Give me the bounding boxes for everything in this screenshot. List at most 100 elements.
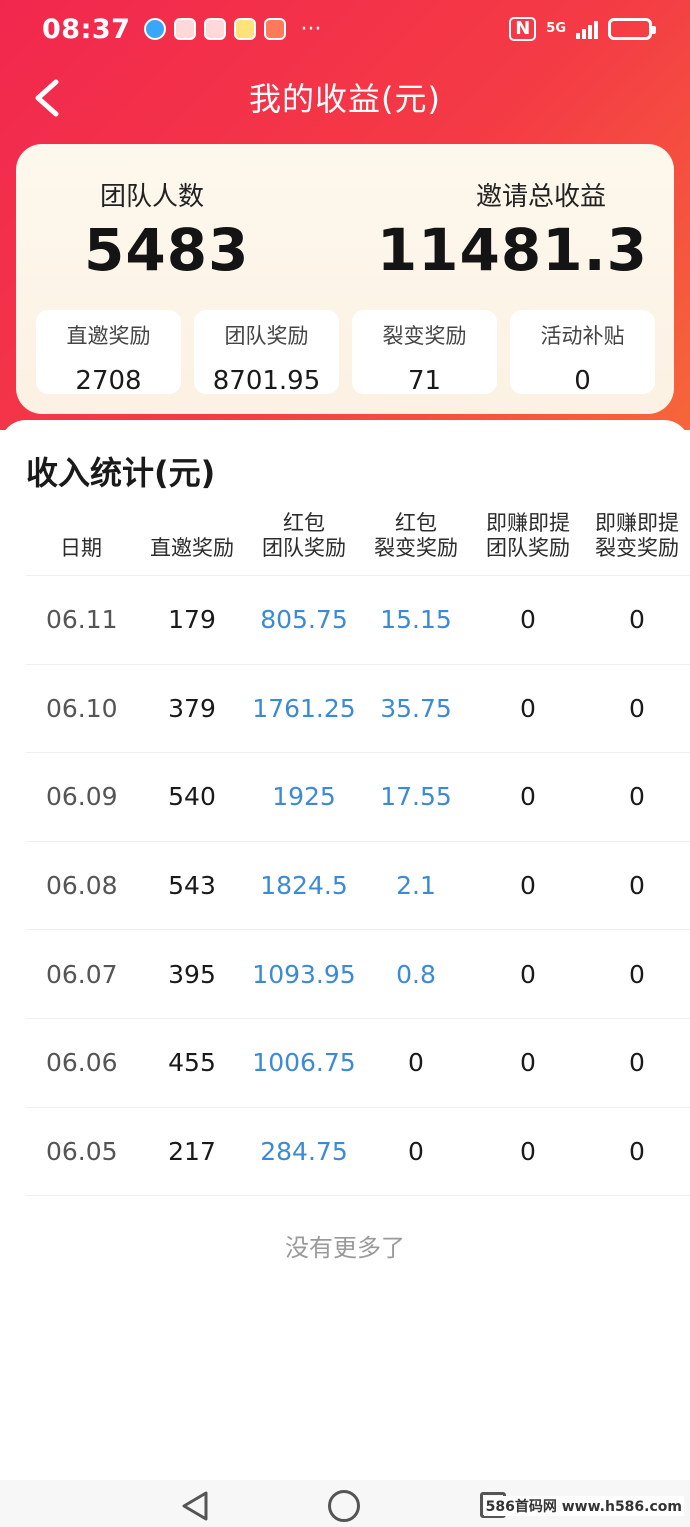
subcard-team-reward[interactable]: 团队奖励 8701.95 (194, 310, 339, 396)
cell-redpacket-fission: 0.8 (396, 959, 436, 989)
column-header-date: 日期 (26, 510, 136, 575)
cell-direct: 395 (168, 959, 216, 989)
cell-redpacket-fission: 0 (408, 1048, 424, 1078)
header-line2: 裂变奖励 (374, 536, 458, 560)
status-app-icons: ··· (144, 17, 321, 42)
nfc-icon: N (509, 17, 537, 41)
column-header-direct: 直邀奖励 (136, 510, 248, 575)
signal-icon (576, 19, 598, 39)
cell-instant-team: 0 (520, 1136, 536, 1166)
header-line2: 团队奖励 (486, 536, 570, 560)
cell-date: 06.11 (46, 605, 118, 635)
cell-instant-team: 0 (520, 605, 536, 635)
subcard-value: 8701.95 (212, 366, 321, 396)
cell-instant-fission: 0 (629, 1136, 645, 1166)
invite-total-label: 邀请总收益 (475, 182, 606, 212)
cell-instant-fission: 0 (629, 959, 645, 989)
table-row: 06.11 179 805.75 15.15 0 0 (26, 576, 690, 665)
cell-instant-fission: 0 (629, 605, 645, 635)
watermark: 586首码网 www.h586.com (483, 1496, 684, 1516)
cell-direct: 179 (168, 605, 216, 635)
column-header-instant-fission: 即赚即提 裂变奖励 (584, 510, 690, 575)
cell-redpacket-team: 1925 (272, 782, 336, 812)
cell-direct: 455 (168, 1048, 216, 1078)
table-row: 06.06 455 1006.75 0 0 0 (26, 1019, 690, 1108)
column-header-redpacket-fission: 红包 裂变奖励 (360, 510, 472, 575)
subcard-direct-invite[interactable]: 直邀奖励 2708 (36, 310, 181, 396)
cell-instant-team: 0 (520, 871, 536, 901)
income-stats-title: 收入统计(元) (26, 454, 216, 492)
app-notification-icon (144, 18, 167, 40)
more-notifications-icon: ··· (300, 16, 322, 42)
header-text: 日期 (60, 536, 102, 560)
cell-direct: 379 (168, 693, 216, 723)
header-line2: 裂变奖励 (595, 536, 679, 560)
cell-instant-team: 0 (520, 693, 536, 723)
cell-instant-fission: 0 (629, 871, 645, 901)
cell-redpacket-team: 1761.25 (252, 693, 356, 723)
subcard-label: 裂变奖励 (382, 324, 467, 348)
cell-date: 06.05 (46, 1136, 118, 1166)
header-line1: 红包 (395, 511, 437, 535)
cell-instant-team: 0 (520, 1048, 536, 1078)
subcard-label: 团队奖励 (224, 324, 309, 348)
column-header-redpacket-team: 红包 团队奖励 (248, 510, 360, 575)
team-count-value: 5483 (84, 216, 250, 284)
cell-redpacket-team: 805.75 (260, 605, 348, 635)
system-nav-bar: 586首码网 www.h586.com (0, 1480, 690, 1527)
weather-icon (234, 18, 257, 40)
cell-redpacket-fission: 0 (408, 1136, 424, 1166)
cell-redpacket-fission: 2.1 (396, 871, 436, 901)
page-title: 我的收益(元) (249, 80, 441, 118)
cell-instant-team: 0 (520, 782, 536, 812)
subcard-value: 71 (407, 366, 442, 396)
cell-date: 06.09 (46, 782, 118, 812)
reward-breakdown: 直邀奖励 2708 团队奖励 8701.95 裂变奖励 71 活动补贴 0 (36, 310, 656, 396)
cell-redpacket-fission: 35.75 (380, 693, 452, 723)
cell-redpacket-team: 284.75 (260, 1136, 348, 1166)
cell-instant-fission: 0 (629, 782, 645, 812)
subcard-fission-reward[interactable]: 裂变奖励 71 (352, 310, 497, 396)
network-type: 5G (546, 21, 566, 36)
team-count-label: 团队人数 (100, 182, 205, 212)
invite-total-value: 11481.3 (376, 216, 648, 284)
cell-direct: 540 (168, 782, 216, 812)
header-line2: 团队奖励 (262, 536, 346, 560)
header-line1: 即赚即提 (595, 511, 679, 535)
nav-home-icon[interactable] (328, 1490, 360, 1522)
cell-redpacket-team: 1824.5 (260, 871, 348, 901)
nav-back-icon[interactable] (180, 1490, 210, 1522)
table-header: 日期 直邀奖励 红包 团队奖励 红包 裂变奖励 即赚即提 团队奖励 即赚即提 裂… (26, 510, 690, 576)
table-row: 06.10 379 1761.25 35.75 0 0 (26, 665, 690, 754)
subcard-value: 0 (574, 366, 591, 396)
status-time: 08:37 (42, 13, 131, 45)
cell-direct: 543 (168, 871, 216, 901)
subcard-label: 活动补贴 (540, 324, 625, 348)
header-line1: 红包 (283, 511, 325, 535)
cell-instant-fission: 0 (629, 1048, 645, 1078)
summary-card: 团队人数 5483 邀请总收益 11481.3 直邀奖励 2708 团队奖励 8… (16, 144, 674, 414)
status-indicators: N 5G (509, 17, 656, 41)
cell-direct: 217 (168, 1136, 216, 1166)
cell-redpacket-fission: 15.15 (380, 605, 452, 635)
header-text: 直邀奖励 (150, 536, 234, 560)
battery-icon (608, 18, 656, 40)
no-more-text: 没有更多了 (285, 1234, 405, 1262)
table-row: 06.09 540 1925 17.55 0 0 (26, 753, 690, 842)
app-notification-icon (204, 18, 227, 40)
income-table: 06.11 179 805.75 15.15 0 0 06.10 379 176… (26, 576, 690, 1197)
cell-redpacket-team: 1093.95 (252, 959, 356, 989)
cell-date: 06.08 (46, 871, 118, 901)
cell-instant-team: 0 (520, 959, 536, 989)
cell-instant-fission: 0 (629, 693, 645, 723)
status-bar: 08:37 ··· N 5G (0, 0, 690, 58)
table-row: 06.05 217 284.75 0 0 0 (26, 1108, 690, 1197)
cell-date: 06.10 (46, 693, 118, 723)
app-notification-icon (174, 18, 197, 40)
subcard-activity-subsidy[interactable]: 活动补贴 0 (510, 310, 655, 396)
cell-date: 06.07 (46, 959, 118, 989)
cell-redpacket-team: 1006.75 (252, 1048, 356, 1078)
app-notification-icon (264, 18, 287, 40)
subcard-value: 2708 (75, 366, 142, 396)
cell-date: 06.06 (46, 1048, 118, 1078)
